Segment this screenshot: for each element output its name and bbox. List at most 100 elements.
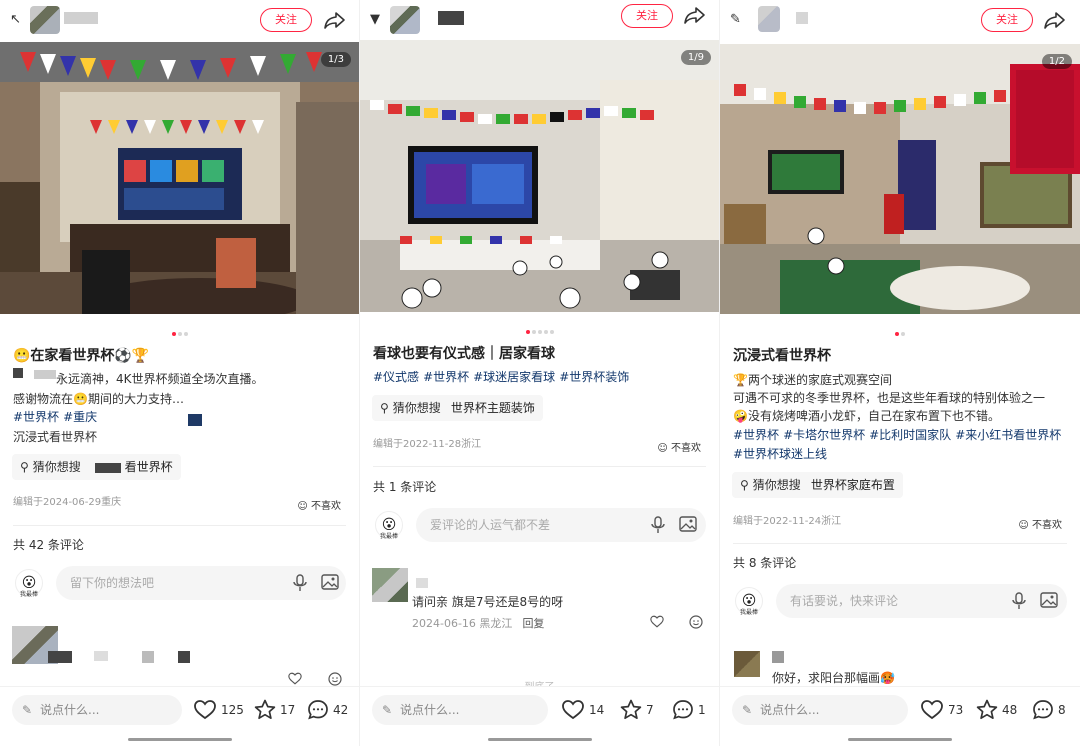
emoji-icon[interactable] bbox=[689, 615, 703, 629]
note-photo[interactable]: 1/2 bbox=[720, 44, 1080, 314]
comment-tools bbox=[1012, 592, 1058, 610]
star-icon bbox=[254, 699, 276, 720]
hashtag[interactable]: #球迷居家看球 bbox=[473, 370, 555, 384]
hashtag[interactable]: #卡塔尔世界杯 bbox=[783, 428, 865, 442]
home-indicator bbox=[488, 738, 592, 741]
carousel-dots bbox=[360, 319, 719, 338]
note-header: ↖ 关注 bbox=[0, 0, 359, 40]
note-panel-2: ▼ 关注 1/9 看球也要有仪式感｜居家看球 #仪式感 #世界杯 #球迷居家看球… bbox=[360, 0, 720, 746]
hashtag[interactable]: #世界杯球迷上线 bbox=[733, 447, 827, 461]
share-icon[interactable] bbox=[684, 5, 706, 25]
note-panel-1: ↖ 关注 1/3 😬在家看世界杯⚽🏆 永远滴神，4K世界杯频道全场次直播。 感谢… bbox=[0, 0, 360, 746]
redacted-text bbox=[48, 651, 72, 663]
note-feed: ↖ 关注 1/3 😬在家看世界杯⚽🏆 永远滴神，4K世界杯频道全场次直播。 感谢… bbox=[0, 0, 1080, 746]
collect-count: 17 bbox=[280, 702, 296, 717]
heart-icon bbox=[194, 700, 216, 720]
like-count: 125 bbox=[221, 702, 244, 717]
dislike-icon: ☺ bbox=[297, 501, 311, 512]
like-button[interactable]: 125 bbox=[193, 699, 244, 720]
note-photo[interactable]: 1/9 bbox=[360, 40, 719, 312]
guess-search-chip[interactable]: ⚲ 猜你想搜 世界杯主题装饰 bbox=[372, 395, 543, 421]
author-name-redacted[interactable] bbox=[796, 12, 808, 24]
hashtag[interactable]: #世界杯 bbox=[733, 428, 779, 442]
author-name-redacted[interactable] bbox=[64, 12, 98, 24]
follow-button[interactable]: 关注 bbox=[260, 8, 312, 32]
comment-like-icon[interactable] bbox=[650, 615, 664, 628]
comment-button[interactable]: 8 bbox=[1032, 699, 1066, 720]
guess-search-chip[interactable]: ⚲ 猜你想搜 世界杯家庭布置 bbox=[732, 472, 903, 498]
redacted-text bbox=[94, 462, 121, 473]
redacted-text bbox=[772, 651, 784, 663]
microphone-icon[interactable] bbox=[651, 516, 665, 534]
home-indicator bbox=[128, 738, 232, 741]
image-icon[interactable] bbox=[321, 574, 339, 590]
commenter-avatar-redacted[interactable] bbox=[734, 651, 760, 677]
guess-search-chip[interactable]: ⚲ 猜你想搜 看世界杯 bbox=[12, 454, 181, 480]
guess-label: 猜你想搜 bbox=[392, 401, 441, 415]
living-room-tv-photo bbox=[720, 44, 1080, 314]
microphone-icon[interactable] bbox=[293, 574, 307, 592]
say-something-input[interactable]: ✎ 说点什么... bbox=[12, 695, 182, 725]
comment-like-icon[interactable] bbox=[288, 672, 302, 685]
author-avatar[interactable] bbox=[758, 6, 780, 32]
reply-button[interactable]: 回复 bbox=[522, 617, 544, 630]
dislike-button[interactable]: ☺ 不喜欢 bbox=[657, 439, 701, 454]
author-name-redacted[interactable] bbox=[438, 11, 464, 25]
comment-button[interactable]: 42 bbox=[307, 699, 348, 720]
dislike-icon: ☺ bbox=[657, 443, 671, 454]
note-tags: #世界杯 #卡塔尔世界杯 #比利时国家队 #来小红书看世界杯 bbox=[733, 426, 1065, 443]
hashtag[interactable]: #比利时国家队 bbox=[869, 428, 951, 442]
share-icon[interactable] bbox=[324, 10, 346, 30]
emoji-icon[interactable] bbox=[328, 672, 342, 686]
collect-button[interactable]: 7 bbox=[620, 699, 654, 720]
hashtag[interactable]: #世界杯 bbox=[13, 410, 59, 424]
hashtag[interactable]: #世界杯 bbox=[423, 370, 469, 384]
note-panel-3: ✎ 关注 1/2 沉浸式看世界杯 🏆两个球迷的家庭式观赛空间 可遇不可求的冬季世… bbox=[720, 0, 1080, 746]
collect-count: 7 bbox=[646, 702, 654, 717]
reply-text: 请问亲 旗是7号还是8号的呀 bbox=[412, 595, 564, 609]
note-photo[interactable]: 1/3 bbox=[0, 42, 359, 314]
home-indicator bbox=[848, 738, 952, 741]
hashtag[interactable]: #重庆 bbox=[63, 410, 97, 424]
note-body-line: 永远滴神，4K世界杯频道全场次直播。 bbox=[56, 372, 264, 386]
author-avatar[interactable] bbox=[390, 6, 420, 34]
microphone-icon[interactable] bbox=[1012, 592, 1026, 610]
hashtag[interactable]: #世界杯装饰 bbox=[559, 370, 629, 384]
hashtag[interactable]: #来小红书看世界杯 bbox=[955, 428, 1061, 442]
collect-button[interactable]: 48 bbox=[976, 699, 1017, 720]
back-icon[interactable]: ↖ bbox=[10, 12, 24, 27]
search-icon: ⚲ bbox=[20, 460, 29, 474]
follow-button[interactable]: 关注 bbox=[621, 4, 673, 28]
share-icon[interactable] bbox=[1044, 10, 1066, 30]
divider bbox=[733, 543, 1067, 544]
comment-bubble-icon bbox=[673, 700, 693, 720]
comment-button[interactable]: 1 bbox=[672, 699, 706, 720]
note-title: 😬在家看世界杯⚽🏆 bbox=[13, 348, 150, 364]
back-icon[interactable]: ✎ bbox=[730, 12, 744, 27]
note-title: 看球也要有仪式感｜居家看球 bbox=[373, 346, 555, 362]
commenter-avatar-redacted[interactable] bbox=[372, 568, 408, 602]
back-icon[interactable]: ▼ bbox=[370, 12, 384, 27]
say-something-input[interactable]: ✎ 说点什么... bbox=[732, 695, 908, 725]
image-icon[interactable] bbox=[1040, 592, 1058, 608]
collect-button[interactable]: 17 bbox=[254, 699, 295, 720]
guess-label: 猜你想搜 bbox=[752, 478, 801, 492]
edit-meta: 编辑于2022-11-28浙江 bbox=[373, 439, 482, 450]
author-avatar[interactable] bbox=[30, 6, 60, 34]
reply-text: 你好，求阳台那幅画🥵 bbox=[772, 671, 895, 685]
image-counter: 1/2 bbox=[1041, 54, 1072, 69]
hashtag[interactable]: #仪式感 bbox=[373, 370, 419, 384]
edit-meta: 编辑于2022-11-24浙江 bbox=[733, 516, 842, 527]
dislike-button[interactable]: ☺ 不喜欢 bbox=[1018, 516, 1062, 531]
star-icon bbox=[976, 699, 998, 720]
follow-button[interactable]: 关注 bbox=[981, 8, 1033, 32]
search-icon: ⚲ bbox=[380, 401, 389, 415]
dislike-button[interactable]: ☺ 不喜欢 bbox=[297, 497, 341, 512]
like-count: 14 bbox=[589, 702, 605, 717]
like-button[interactable]: 14 bbox=[561, 699, 604, 720]
living-room-tv-photo bbox=[360, 40, 719, 312]
like-button[interactable]: 73 bbox=[920, 699, 963, 720]
like-count: 73 bbox=[948, 702, 964, 717]
image-icon[interactable] bbox=[679, 516, 697, 532]
say-something-input[interactable]: ✎ 说点什么... bbox=[372, 695, 548, 725]
